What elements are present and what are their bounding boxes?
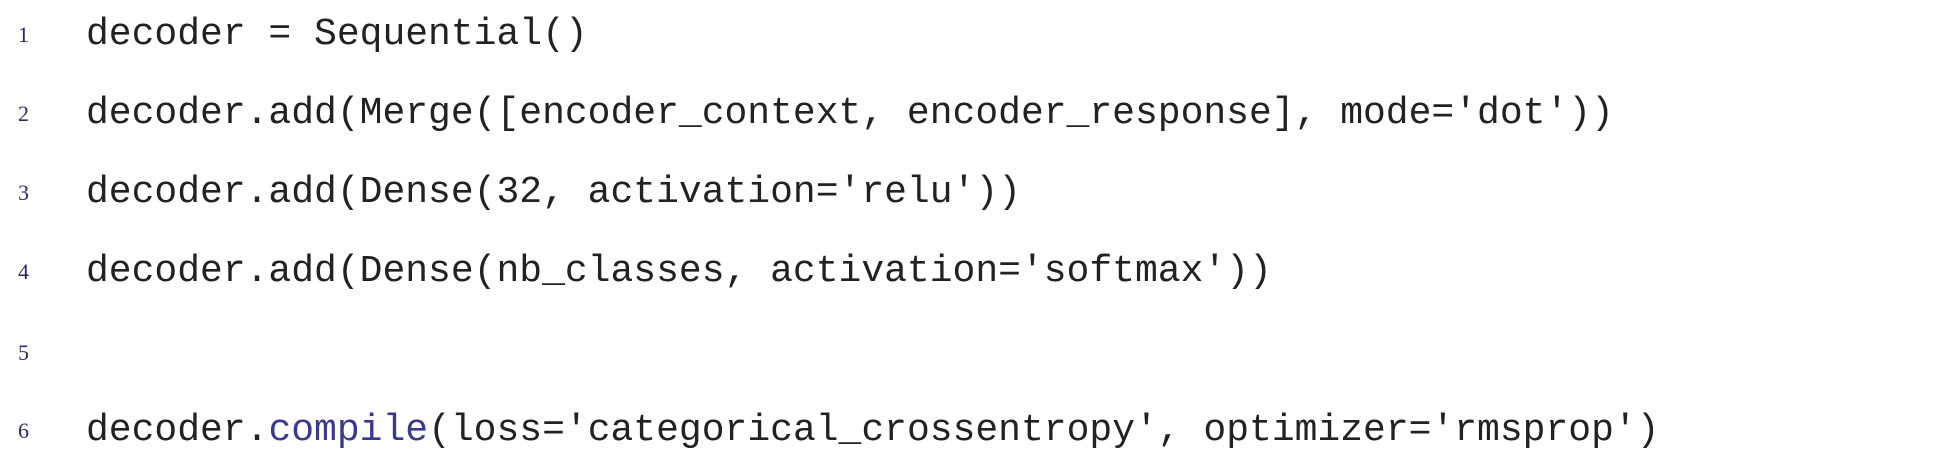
line-number: 2 [18, 101, 29, 126]
code-line-3: 3 decoder.add(Dense(32, activation='relu… [0, 163, 1955, 223]
line-code: decoder = Sequential() [86, 13, 588, 56]
code-line-5: 5 [0, 323, 1955, 383]
code-suffix: (loss='categorical_crossentropy', optimi… [428, 409, 1660, 452]
code-line-4: 4 decoder.add(Dense(nb_classes, activati… [0, 242, 1955, 302]
line-code: decoder.compile(loss='categorical_crosse… [86, 401, 1659, 461]
line-code: decoder.add(Merge([encoder_context, enco… [86, 92, 1614, 135]
code-line-6: 6 decoder.compile(loss='categorical_cros… [0, 401, 1955, 461]
line-number: 6 [18, 418, 29, 443]
line-number: 5 [18, 340, 29, 365]
code-line-2: 2 decoder.add(Merge([encoder_context, en… [0, 84, 1955, 144]
code-line-1: 1 decoder = Sequential() [0, 5, 1955, 65]
line-number: 3 [18, 180, 29, 205]
line-code: decoder.add(Dense(32, activation='relu')… [86, 171, 1021, 214]
line-number: 1 [18, 22, 29, 47]
code-prefix: decoder. [86, 409, 269, 452]
code-keyword-compile: compile [268, 409, 429, 452]
line-code: decoder.add(Dense(nb_classes, activation… [86, 250, 1272, 293]
line-number: 4 [18, 259, 29, 284]
code-block: 1 decoder = Sequential() 2 decoder.add(M… [0, 0, 1955, 475]
